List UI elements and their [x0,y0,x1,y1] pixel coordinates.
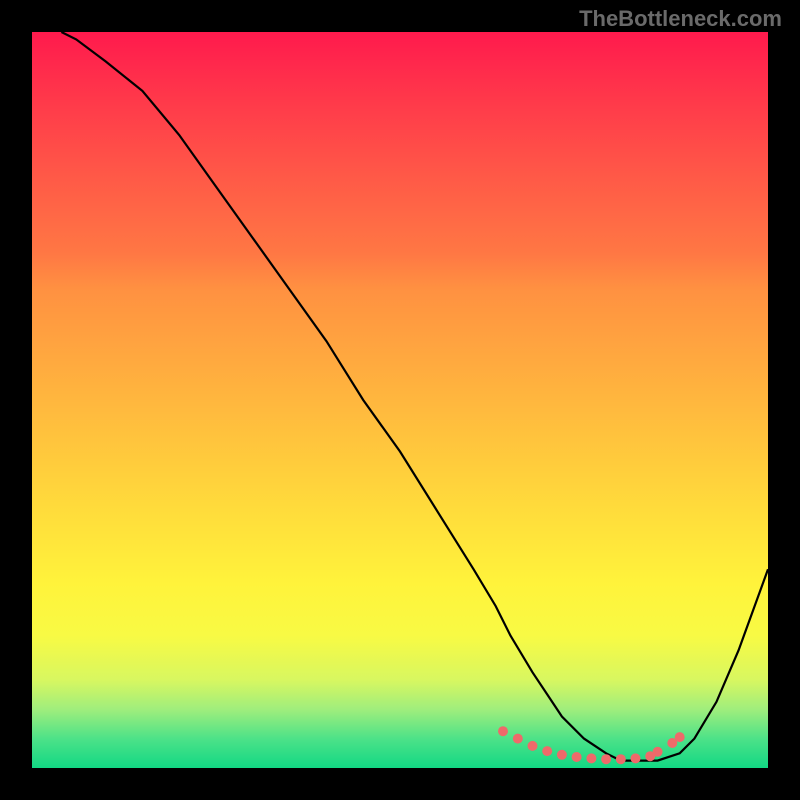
dot-marker [542,746,552,756]
dot-marker [675,732,685,742]
dot-markers [498,726,685,764]
dot-marker [645,751,655,761]
main-curve-line [61,32,768,761]
dot-marker [601,754,611,764]
dot-marker [653,747,663,757]
watermark-text: TheBottleneck.com [579,6,782,32]
dot-marker [667,738,677,748]
dot-marker [498,726,508,736]
dot-marker [586,753,596,763]
dot-marker [557,750,567,760]
chart-svg [32,32,768,768]
dot-marker [513,734,523,744]
dot-marker [572,752,582,762]
dot-marker [616,754,626,764]
chart-plot-area [32,32,768,768]
dot-marker [528,741,538,751]
dot-marker [631,753,641,763]
